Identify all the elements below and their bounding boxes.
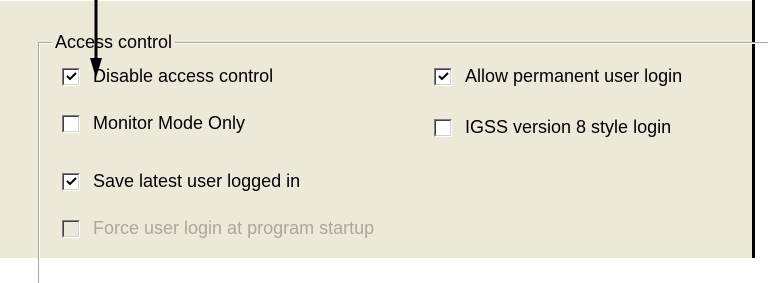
force-user-login-checkbox: Force user login at program startup	[62, 218, 374, 239]
checkbox-box[interactable]	[434, 118, 452, 137]
force-user-login-label: Force user login at program startup	[93, 218, 375, 238]
disable-access-control-label: Disable access control	[93, 66, 274, 86]
checkbox-box[interactable]	[62, 114, 80, 133]
arrow-down-icon	[90, 0, 102, 78]
save-latest-user-checkbox[interactable]: Save latest user logged in	[62, 171, 300, 192]
igss-v8-style-login-label: IGSS version 8 style login	[465, 117, 672, 137]
check-icon	[66, 71, 77, 80]
igss-v8-style-login-checkbox[interactable]: IGSS version 8 style login	[434, 117, 671, 138]
checkbox-box	[62, 219, 80, 238]
monitor-mode-only-checkbox[interactable]: Monitor Mode Only	[62, 113, 245, 134]
monitor-mode-only-label: Monitor Mode Only	[93, 113, 246, 133]
checkbox-box[interactable]	[434, 67, 452, 86]
check-icon	[66, 176, 77, 185]
allow-permanent-login-checkbox[interactable]: Allow permanent user login	[434, 66, 682, 87]
checkbox-box[interactable]	[62, 67, 80, 86]
groupbox-title: Access control	[52, 31, 176, 53]
panel-top-edge	[0, 0, 752, 1]
check-icon	[438, 71, 449, 80]
allow-permanent-login-label: Allow permanent user login	[465, 66, 683, 86]
save-latest-user-label: Save latest user logged in	[93, 171, 301, 191]
access-control-panel: Access control Disable access control Mo…	[0, 0, 768, 283]
checkbox-box[interactable]	[62, 172, 80, 191]
